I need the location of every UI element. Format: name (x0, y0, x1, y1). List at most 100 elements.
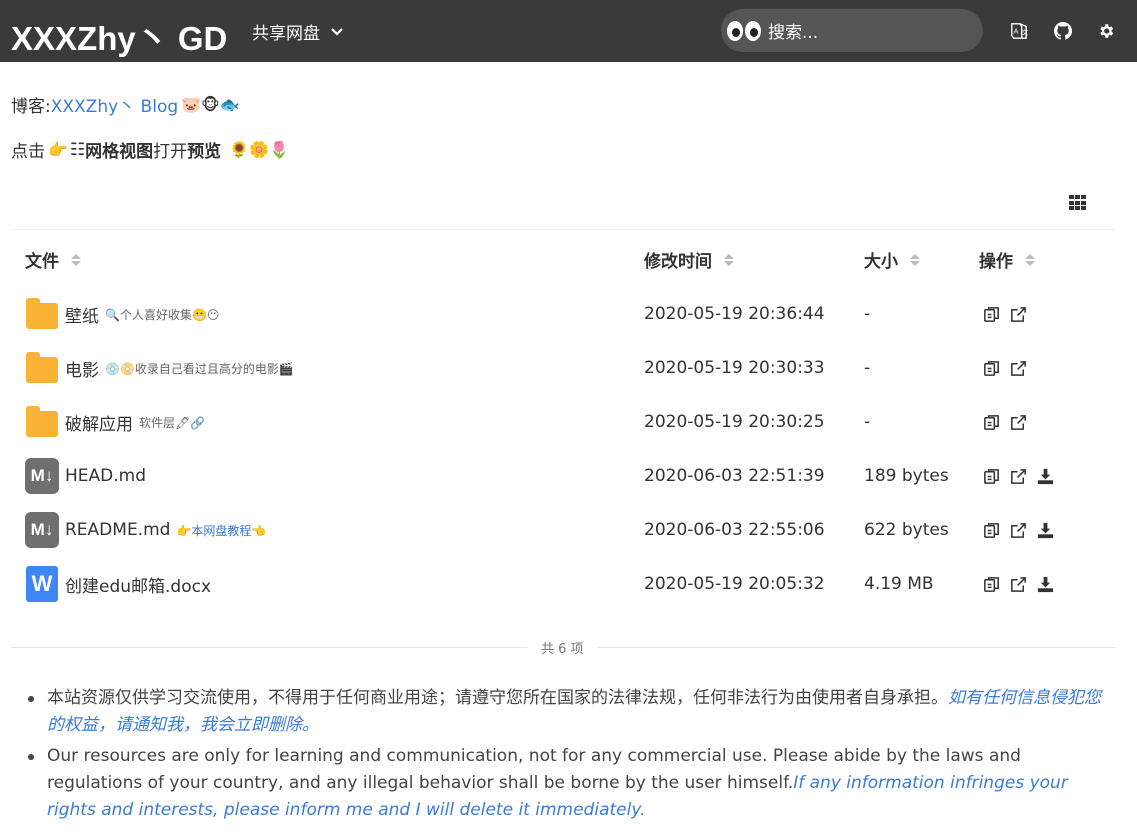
file-type-icon: M↓ (25, 458, 59, 494)
column-header-actions[interactable]: 操作 (979, 247, 1035, 272)
folder-icon (26, 406, 58, 437)
file-note: 🔍个人喜好收集😬😶 (105, 307, 220, 322)
file-name: 创建edu邮箱.docx (65, 576, 212, 597)
table-row[interactable]: M↓ README.md 👉本网盘教程👈 2020-06-03 22:55:06 622… (11, 503, 1115, 557)
open-external-icon[interactable] (1009, 575, 1028, 594)
file-note[interactable]: 👉本网盘教程👈 (176, 522, 266, 539)
table-row[interactable]: M↓ HEAD.md 2020-06-03 22:51:39 189 bytes (11, 449, 1115, 503)
open-external-icon[interactable] (1009, 359, 1028, 378)
column-header-file[interactable]: 文件 (25, 247, 81, 272)
folder-icon (26, 298, 58, 329)
column-header-modified[interactable]: 修改时间 (644, 247, 734, 272)
file-name-cell[interactable]: M↓ HEAD.md (25, 449, 146, 503)
file-name: 电影 (65, 360, 99, 381)
download-icon[interactable] (1036, 467, 1055, 486)
modified-time: 2020-05-19 20:30:33 (644, 358, 825, 378)
file-size: - (864, 304, 871, 324)
column-header-size[interactable]: 大小 (864, 247, 920, 272)
markdown-icon: M↓ (25, 458, 59, 494)
copy-link-icon[interactable] (982, 575, 1001, 594)
table-row[interactable]: 电影 💿📀收录自己看过且高分的电影🎬 2020-05-19 20:30:33 - (11, 341, 1115, 395)
search-placeholder: 搜索... (768, 23, 819, 43)
tip-prefix: 点击 (11, 142, 45, 162)
item-count: 共 6 项 (527, 638, 598, 657)
download-icon[interactable] (1036, 575, 1055, 594)
file-name-cell[interactable]: 电影 💿📀收录自己看过且高分的电影🎬 (25, 341, 294, 395)
file-name-cell[interactable]: 破解应用 软件层🖊🔗 (25, 395, 205, 449)
translate-icon[interactable]: A文 (1008, 20, 1030, 42)
copy-link-icon[interactable] (982, 305, 1001, 324)
grid-glyph-icon: ☷ (69, 139, 86, 160)
blog-line: 博客: XXXZhy丶 Blog 🐷🐵🐟 (11, 92, 239, 117)
file-name-cell[interactable]: 壁纸 🔍个人喜好收集😬😶 (25, 287, 219, 341)
copy-link-icon[interactable] (982, 413, 1001, 432)
modified-time: 2020-05-19 20:36:44 (644, 304, 825, 324)
blog-emoji: 🐷🐵🐟 (181, 95, 240, 114)
file-size: - (864, 358, 871, 378)
table-row[interactable]: W 创建edu邮箱.docx 2020-05-19 20:05:32 4.19 MB (11, 557, 1115, 611)
file-note: 💿📀收录自己看过且高分的电影🎬 (105, 361, 294, 376)
file-name: HEAD.md (65, 466, 146, 486)
file-name: 壁纸 (65, 306, 99, 327)
disclaimer-zh-text: 本站资源仅供学习交流使用，不得用于任何商业用途；请遵守您所在国家的法律法规，任何… (47, 688, 948, 708)
table-divider (11, 229, 1115, 230)
file-note: 软件层🖊🔗 (139, 415, 206, 430)
gear-icon[interactable] (1095, 20, 1117, 42)
modified-time: 2020-06-03 22:55:06 (644, 520, 825, 540)
row-actions (982, 503, 1055, 557)
file-type-icon: M↓ (25, 512, 59, 548)
file-type-icon (25, 351, 59, 385)
word-doc-icon: W (26, 566, 58, 602)
blog-link[interactable]: XXXZhy丶 Blog (51, 92, 178, 117)
modified-time: 2020-05-19 20:05:32 (644, 574, 825, 594)
copy-link-icon[interactable] (982, 521, 1001, 540)
disclaimer-zh: 本站资源仅供学习交流使用，不得用于任何商业用途；请遵守您所在国家的法律法规，任何… (28, 685, 1117, 739)
tip-grid-view: 网格视图 (85, 142, 154, 162)
copy-link-icon[interactable] (982, 359, 1001, 378)
row-actions (982, 557, 1055, 611)
tip-preview: 预览 (187, 142, 222, 162)
open-external-icon[interactable] (1009, 467, 1028, 486)
tip-line: 点击 👉 ☷ 网格视图 打开 预览 🌻🌼🌷 (11, 137, 289, 163)
drive-dropdown[interactable]: 共享网盘 (252, 19, 344, 44)
open-external-icon[interactable] (1009, 305, 1028, 324)
row-actions (982, 395, 1028, 449)
drive-name: 共享网盘 (252, 24, 320, 44)
grid-view-icon[interactable] (1069, 195, 1087, 211)
github-icon[interactable] (1052, 20, 1074, 42)
open-external-icon[interactable] (1009, 521, 1028, 540)
site-logo[interactable]: XXXZhy丶 GD (11, 12, 227, 60)
file-name: README.md (65, 520, 171, 540)
disclaimer-list: 本站资源仅供学习交流使用，不得用于任何商业用途；请遵守您所在国家的法律法规，任何… (28, 685, 1117, 828)
row-actions (982, 287, 1028, 341)
row-actions (982, 341, 1028, 395)
column-label: 修改时间 (644, 252, 712, 272)
table-row[interactable]: 破解应用 软件层🖊🔗 2020-05-19 20:30:25 - (11, 395, 1115, 449)
tip-middle: 打开 (153, 142, 188, 162)
chevron-down-icon (331, 27, 343, 36)
sort-icon (1025, 253, 1035, 266)
file-type-icon: W (25, 566, 59, 602)
sort-icon (724, 253, 734, 266)
file-size: 4.19 MB (864, 574, 934, 594)
disclaimer-en: Our resources are only for learning and … (28, 743, 1117, 824)
folder-icon (26, 352, 58, 383)
file-type-icon (25, 405, 59, 439)
file-size: 622 bytes (864, 520, 949, 540)
file-name-cell[interactable]: M↓ README.md 👉本网盘教程👈 (25, 503, 266, 557)
column-label: 文件 (25, 252, 59, 272)
modified-time: 2020-05-19 20:30:25 (644, 412, 825, 432)
eyes-icon (727, 20, 761, 41)
modified-time: 2020-06-03 22:51:39 (644, 466, 825, 486)
open-external-icon[interactable] (1009, 413, 1028, 432)
file-size: - (864, 412, 871, 432)
svg-text:A: A (1014, 27, 1019, 36)
sort-icon (910, 253, 920, 266)
search-input[interactable]: 搜索... (721, 9, 983, 52)
svg-text:文: 文 (1022, 28, 1028, 37)
file-name-cell[interactable]: W 创建edu邮箱.docx (25, 557, 211, 611)
copy-link-icon[interactable] (982, 467, 1001, 486)
top-navbar: XXXZhy丶 GD 共享网盘 搜索... A文 (0, 0, 1137, 62)
table-row[interactable]: 壁纸 🔍个人喜好收集😬😶 2020-05-19 20:36:44 - (11, 287, 1115, 341)
download-icon[interactable] (1036, 521, 1055, 540)
